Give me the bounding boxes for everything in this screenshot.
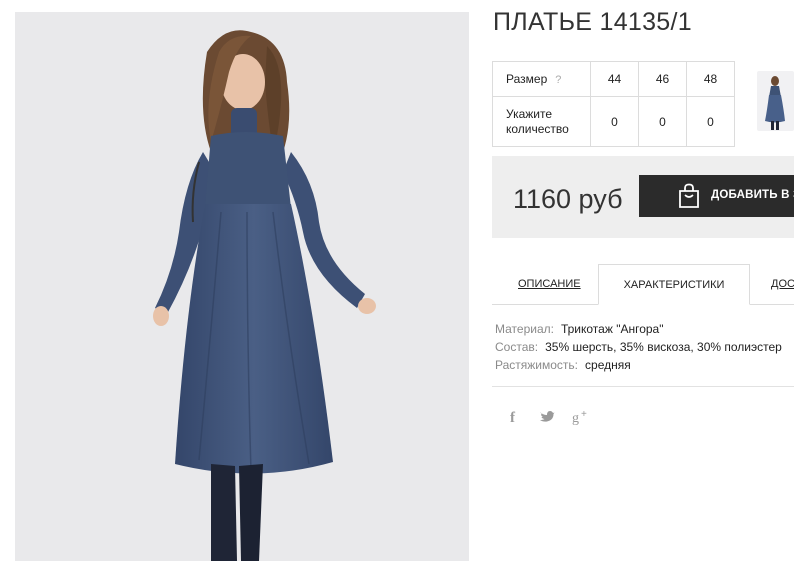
twitter-icon [540,411,555,422]
size-label-cell: Размер? [492,61,591,97]
spec-key: Состав: [495,340,539,354]
twitter-share-button[interactable] [539,408,555,428]
characteristics-list: Материал: Трикотаж "Ангора" Состав: 35% ше… [495,320,782,374]
spec-row-composition: Состав: 35% шерсть, 35% вискоза, 30% поли… [495,338,782,356]
product-price: 1160 руб [513,184,623,214]
spec-key: Растяжимость: [495,358,579,372]
facebook-share-button[interactable]: f [508,408,520,428]
size-48: 48 [686,61,735,97]
size-label: Размер [506,72,548,86]
svg-text:f: f [510,410,516,426]
dress-model-image [153,30,376,561]
add-to-cart-button[interactable]: ДОБАВИТЬ В ЗА [639,175,794,217]
spec-value: 35% шерсть, 35% вискоза, 30% полиэстер [545,340,782,354]
quantity-input-48[interactable]: 0 [686,96,735,147]
svg-text:+: + [581,409,587,420]
product-thumbnail[interactable] [757,71,794,131]
google-plus-share-button[interactable]: g + [572,408,592,428]
spec-row-material: Материал: Трикотаж "Ангора" [495,320,782,338]
size-help-icon[interactable]: ? [555,74,561,86]
size-44: 44 [590,61,639,97]
spec-value: средняя [585,358,631,372]
spec-value: Трикотаж "Ангора" [560,322,664,336]
product-photo[interactable] [15,12,469,561]
product-title: ПЛАТЬЕ 14135/1 [493,8,692,36]
google-plus-icon: g + [572,409,587,426]
product-tabs: ОПИСАНИЕ ХАРАКТЕРИСТИКИ ДОС [492,264,794,305]
quantity-input-44[interactable]: 0 [590,96,639,147]
divider [492,386,794,387]
tab-description[interactable]: ОПИСАНИЕ [518,264,581,305]
tab-delivery[interactable]: ДОС [771,264,794,305]
spec-row-stretch: Растяжимость: средняя [495,356,782,374]
tab-characteristics[interactable]: ХАРАКТЕРИСТИКИ [598,264,750,305]
size-46: 46 [638,61,687,97]
thumbnail-image [765,76,785,130]
quantity-label: Укажите количество [492,96,591,147]
price-panel: 1160 руб ДОБАВИТЬ В ЗА [492,156,794,238]
shopping-bag-icon [679,183,699,208]
quantity-input-46[interactable]: 0 [638,96,687,147]
add-to-cart-label: ДОБАВИТЬ В ЗА [711,189,794,201]
size-quantity-table: Размер? 44 46 48 Укажите количество 0 0 … [492,61,735,147]
facebook-icon: f [510,410,516,426]
svg-text:g: g [572,411,579,426]
spec-key: Материал: [495,322,554,336]
